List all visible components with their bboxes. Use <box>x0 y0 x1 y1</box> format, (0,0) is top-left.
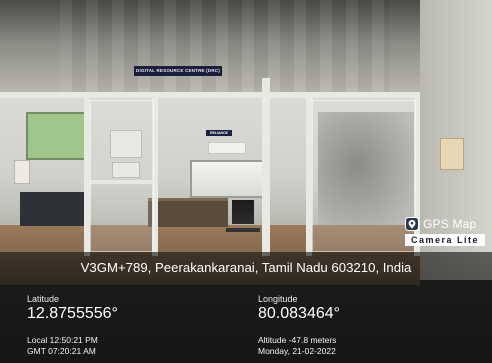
map-pin-icon <box>405 216 419 231</box>
wall-plaque <box>440 138 464 170</box>
back-window <box>190 160 266 198</box>
notice-board <box>26 112 86 160</box>
air-conditioner <box>208 142 246 154</box>
reception-desk <box>148 198 228 227</box>
address: V3GM+789, Peerakankaranai, Tamil Nadu 60… <box>80 260 412 275</box>
gmt-time: GMT 07:20:21 AM <box>27 346 96 356</box>
capture-date: Monday, 21-02-2022 <box>258 346 336 356</box>
wall-sign: RELIANCE <box>206 130 232 136</box>
longitude-label: Longitude <box>258 294 298 304</box>
open-glass-door <box>262 77 270 257</box>
latitude-value: 12.8755556° <box>27 305 118 322</box>
office-chair <box>226 200 260 240</box>
glass-pane <box>90 100 154 252</box>
longitude-value: 80.083464° <box>258 305 341 322</box>
ceiling-sign: DIGITAL RESOURCE CENTRE (DRC) <box>134 66 222 76</box>
app-logo: GPS Map Camera Lite <box>405 215 487 248</box>
location-info-panel: V3GM+789, Peerakankaranai, Tamil Nadu 60… <box>0 252 492 363</box>
glass-pane <box>312 100 416 252</box>
local-time: Local 12:50:21 PM <box>27 335 98 345</box>
altitude: Altitude -47.8 meters <box>258 335 337 345</box>
partition-top-frame <box>0 92 420 98</box>
logo-subtitle: Camera Lite <box>405 234 485 246</box>
ceiling <box>0 0 492 92</box>
computer-desk <box>20 192 90 226</box>
photo-frame: RELIANCE DIGITAL RESOURCE CENTRE (DRC) G… <box>0 0 492 363</box>
logo-title: GPS Map <box>423 216 477 231</box>
wall-poster <box>14 160 30 184</box>
latitude-label: Latitude <box>27 294 60 304</box>
